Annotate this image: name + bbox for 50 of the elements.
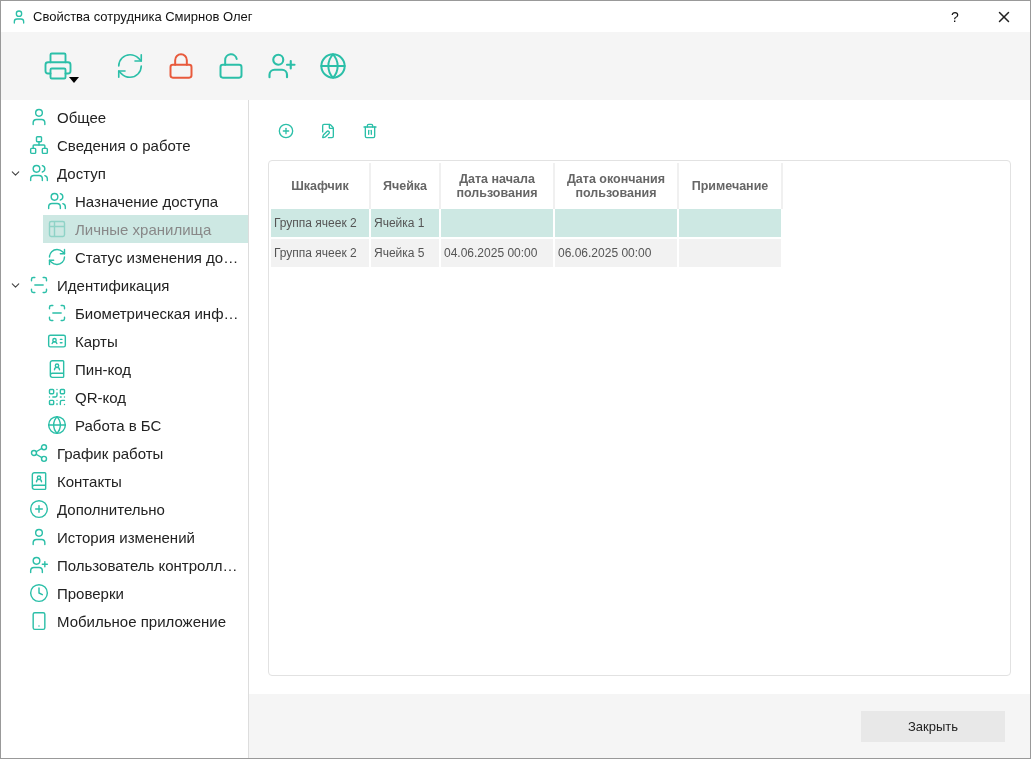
sidebar-item[interactable]: Проверки xyxy=(25,579,248,607)
sidebar-icon xyxy=(29,611,49,631)
sidebar-icon xyxy=(29,583,49,603)
sidebar-icon xyxy=(29,527,49,547)
sidebar-item[interactable]: Общее xyxy=(25,103,248,131)
window-title: Свойства сотрудника Смирнов Олег xyxy=(33,9,254,24)
table-cell: 06.06.2025 00:00 xyxy=(554,238,678,268)
sidebar-item[interactable]: Сведения о работе xyxy=(25,131,248,159)
sidebar-icon xyxy=(29,499,49,519)
sidebar-icon xyxy=(47,387,67,407)
table-cell: Ячейка 5 xyxy=(370,238,440,268)
sidebar-item[interactable]: Доступ xyxy=(25,159,248,187)
sidebar-icon xyxy=(29,107,49,127)
sidebar-icon xyxy=(47,303,67,323)
sidebar-item[interactable]: Пин-код xyxy=(43,355,248,383)
table-cell: Ячейка 1 xyxy=(370,209,440,238)
sidebar-icon xyxy=(29,471,49,491)
sidebar-item[interactable]: Работа в БС xyxy=(43,411,248,439)
table-cell: Группа ячеек 2 xyxy=(271,238,370,268)
sidebar-icon xyxy=(29,275,49,295)
sidebar-item[interactable]: Дополнительно xyxy=(25,495,248,523)
sidebar-item[interactable]: Мобильное приложение xyxy=(25,607,248,635)
sidebar-icon xyxy=(47,415,67,435)
globe-button[interactable] xyxy=(317,50,349,82)
sidebar-item[interactable]: Пользователь контролл… xyxy=(25,551,248,579)
sidebar-item[interactable]: График работы xyxy=(25,439,248,467)
sidebar-item[interactable]: Статус изменения до… xyxy=(43,243,248,271)
sidebar-icon xyxy=(29,443,49,463)
sidebar-icon xyxy=(47,247,67,267)
sidebar-item[interactable]: Идентификация xyxy=(25,271,248,299)
help-button[interactable]: ? xyxy=(932,1,978,32)
close-dialog-button[interactable]: Закрыть xyxy=(861,710,1005,742)
sidebar-icon xyxy=(47,331,67,351)
sidebar-item[interactable]: QR-код xyxy=(43,383,248,411)
add-button[interactable] xyxy=(276,121,296,141)
caret-icon xyxy=(69,77,79,83)
sidebar-item[interactable]: Карты xyxy=(43,327,248,355)
sidebar-item[interactable]: Биометрическая инф… xyxy=(43,299,248,327)
sidebar-item[interactable]: Назначение доступа xyxy=(43,187,248,215)
table-cell: Группа ячеек 2 xyxy=(271,209,370,238)
sidebar-icon xyxy=(29,135,49,155)
sidebar-icon xyxy=(29,163,49,183)
sidebar-icon xyxy=(29,555,49,575)
sidebar-icon xyxy=(47,219,67,239)
user-icon xyxy=(11,8,27,25)
table-cell: 04.06.2025 00:00 xyxy=(440,238,554,268)
sidebar-icon xyxy=(47,191,67,211)
sidebar-item[interactable]: История изменений xyxy=(25,523,248,551)
sidebar-icon xyxy=(47,359,67,379)
sidebar-item[interactable]: Контакты xyxy=(25,467,248,495)
